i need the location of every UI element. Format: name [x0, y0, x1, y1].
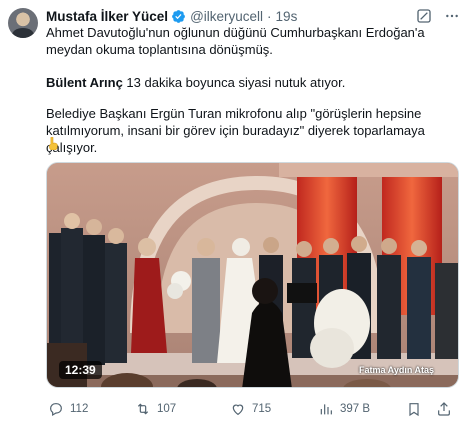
views-icon [320, 404, 332, 415]
like-button[interactable]: 715 [230, 401, 271, 417]
heart-icon [232, 404, 244, 416]
grok-icon[interactable] [416, 8, 432, 24]
bookmark-button[interactable] [406, 401, 422, 417]
tweet-header: Mustafa İlker Yücel @ilkeryucell · 19s [46, 6, 460, 26]
avatar[interactable] [8, 8, 38, 38]
views-count: 397 B [340, 403, 371, 415]
action-bar: 112 107 715 397 B [46, 400, 460, 418]
retweet-icon [137, 403, 149, 415]
share-icon [438, 402, 450, 416]
video-player[interactable]: 12:39 Fatma Aydın Ataş [46, 162, 459, 388]
tweet-paragraph-3: Belediye Başkanı Ergün Turan mikrofonu a… [46, 106, 425, 155]
tweet-paragraph-1: Ahmet Davutoğlu'nun oğlunun düğünü Cumhu… [46, 25, 425, 57]
bookmark-icon [409, 403, 419, 417]
video-watermark: Fatma Aydın Ataş [358, 365, 434, 375]
share-button[interactable] [436, 401, 452, 417]
reply-count: 112 [70, 403, 89, 415]
author-handle[interactable]: @ilkeryucell [190, 9, 263, 24]
verified-icon [172, 9, 185, 23]
tweet-paragraph-2: Bülent Arınç 13 dakika boyunca siyasi nu… [46, 74, 460, 91]
video-frame [47, 163, 458, 387]
more-icon[interactable] [444, 8, 460, 24]
pointing-down-emoji [49, 137, 58, 150]
video-duration: 12:39 [59, 361, 102, 379]
tweet-paragraph-2-rest: 13 dakika boyunca siyasi nutuk atıyor. [122, 75, 346, 90]
reply-button[interactable]: 112 [48, 401, 88, 417]
mentioned-name: Bülent Arınç [46, 75, 123, 90]
views-button[interactable]: 397 B [318, 401, 370, 417]
display-name[interactable]: Mustafa İlker Yücel [46, 9, 168, 24]
tweet-time[interactable]: 19s [276, 9, 298, 24]
like-count: 715 [252, 403, 272, 415]
tweet[interactable]: Mustafa İlker Yücel @ilkeryucell · 19s A… [0, 0, 468, 423]
reply-icon [50, 403, 62, 417]
separator-dot: · [267, 8, 272, 24]
retweet-button[interactable]: 107 [135, 401, 176, 417]
retweet-count: 107 [157, 403, 177, 415]
